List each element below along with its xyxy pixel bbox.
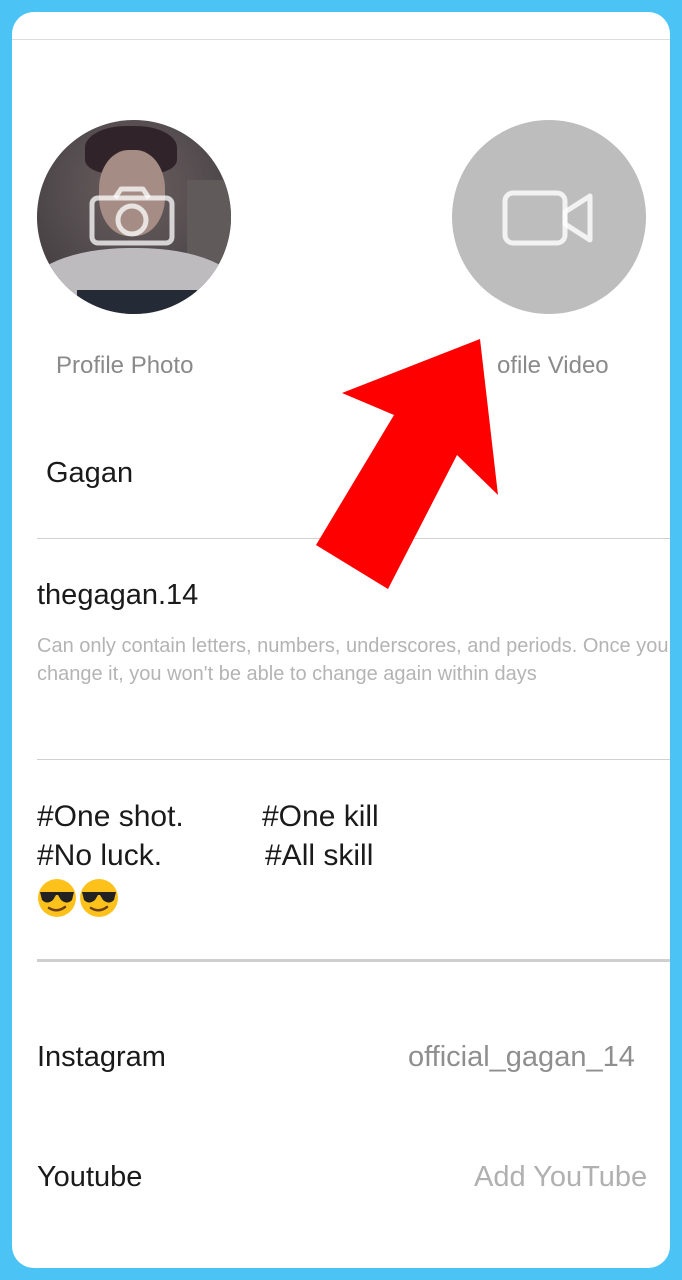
edit-profile-screen: Profile Photo ofile Video Gagan thegagan… [12,12,670,1268]
bio-emoji-row [37,878,119,918]
camera-icon [89,186,175,246]
profile-photo-label: Profile Photo [56,352,194,379]
username-divider [37,759,670,760]
youtube-label: Youtube [37,1161,143,1193]
bio-text-2a[interactable]: #No luck. [37,839,162,873]
red-arrow-annotation [316,339,498,589]
username-hint: Can only contain letters, numbers, under… [37,635,669,685]
outer-frame: Profile Photo ofile Video Gagan thegagan… [0,0,682,1280]
bio-divider [37,959,670,962]
instagram-value[interactable]: official_gagan_14 [408,1041,635,1074]
bio-text-1a[interactable]: #One shot. [37,800,184,834]
youtube-input[interactable]: Add YouTube [474,1161,647,1194]
profile-video-avatar[interactable] [452,120,646,314]
username-field[interactable]: thegagan.14 [37,579,198,612]
name-field[interactable]: Gagan [46,457,133,490]
video-camera-icon [502,190,593,246]
top-divider [12,39,670,40]
sunglasses-emoji [38,879,76,917]
profile-photo-avatar[interactable] [37,120,231,314]
instagram-label: Instagram [37,1041,166,1073]
bio-text-1b[interactable]: #One kill [262,800,379,834]
bio-text-2b[interactable]: #All skill [265,839,373,873]
sunglasses-emoji [80,879,118,917]
